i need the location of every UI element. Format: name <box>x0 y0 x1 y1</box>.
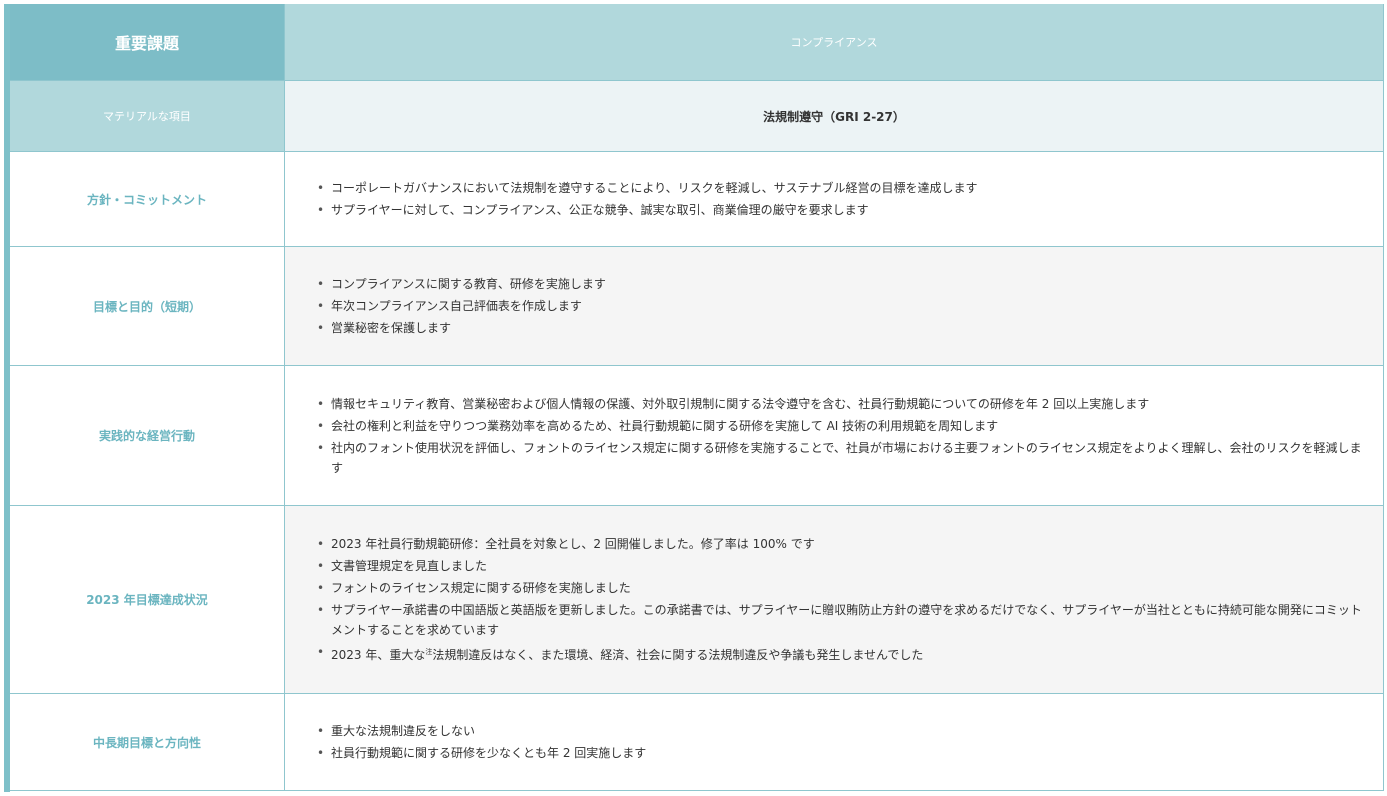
long-term-content: 重大な法規制違反をしない 社員行動規範に関する研修を少なくとも年 2 回実施しま… <box>285 694 1384 790</box>
header-row: 重要課題 コンプライアンス <box>10 4 1384 81</box>
practice-content: 情報セキュリティ教育、営業秘密および個人情報の保護、対外取引規制に関する法令遵守… <box>285 366 1384 505</box>
long-term-label: 中長期目標と方向性 <box>10 694 285 790</box>
status-list: 2023 年社員行動規範研修：全社員を対象とし、2 回開催しました。修了率は 1… <box>317 532 1363 667</box>
policy-content: コーポレートガバナンスにおいて法規制を遵守することにより、リスクを軽減し、サステ… <box>285 152 1384 246</box>
practice-list: 情報セキュリティ教育、営業秘密および個人情報の保護、対外取引規制に関する法令遵守… <box>317 392 1363 480</box>
list-item: 2023 年社員行動規範研修：全社員を対象とし、2 回開催しました。修了率は 1… <box>317 534 1363 554</box>
list-item: 社員行動規範に関する研修を少なくとも年 2 回実施します <box>317 743 1363 763</box>
list-item: 会社の権利と利益を守りつつ業務効率を高めるため、社員行動規範に関する研修を実施し… <box>317 416 1363 436</box>
list-item: コーポレートガバナンスにおいて法規制を遵守することにより、リスクを軽減し、サステ… <box>317 178 1363 198</box>
long-term-list: 重大な法規制違反をしない 社員行動規範に関する研修を少なくとも年 2 回実施しま… <box>317 719 1363 765</box>
status-label: 2023 年目標達成状況 <box>10 506 285 693</box>
practice-label: 実践的な経営行動 <box>10 366 285 505</box>
list-item: 営業秘密を保護します <box>317 318 1363 338</box>
list-item: 重大な法規制違反をしない <box>317 721 1363 741</box>
note-text-after: 法規制違反はなく、また環境、経済、社会に関する法規制違反や争議も発生しませんでし… <box>432 648 924 662</box>
short-term-goal-list: コンプライアンスに関する教育、研修を実施します 年次コンプライアンス自己評価表を… <box>317 272 1363 340</box>
list-item: 社内のフォント使用状況を評価し、フォントのライセンス規定に関する研修を実施するこ… <box>317 438 1363 478</box>
policy-label: 方針・コミットメント <box>10 152 285 246</box>
list-item: 文書管理規定を見直しました <box>317 556 1363 576</box>
status-row: 2023 年目標達成状況 2023 年社員行動規範研修：全社員を対象とし、2 回… <box>10 506 1384 694</box>
short-term-goal-content: コンプライアンスに関する教育、研修を実施します 年次コンプライアンス自己評価表を… <box>285 247 1384 365</box>
note-text-before: 2023 年、重大な <box>331 648 426 662</box>
material-value: 法規制遵守（GRI 2-27） <box>285 81 1384 151</box>
practice-row: 実践的な経営行動 情報セキュリティ教育、営業秘密および個人情報の保護、対外取引規… <box>10 366 1384 506</box>
policy-row: 方針・コミットメント コーポレートガバナンスにおいて法規制を遵守することにより、… <box>10 152 1384 247</box>
list-item: フォントのライセンス規定に関する研修を実施しました <box>317 578 1363 598</box>
short-term-goal-label: 目標と目的（短期） <box>10 247 285 365</box>
list-item: 2023 年、重大な注法規制違反はなく、また環境、経済、社会に関する法規制違反や… <box>317 642 1363 665</box>
list-item: サプライヤー承諾書の中国語版と英語版を更新しました。この承諾書では、サプライヤー… <box>317 600 1363 640</box>
list-item: 情報セキュリティ教育、営業秘密および個人情報の保護、対外取引規制に関する法令遵守… <box>317 394 1363 414</box>
header-topic: コンプライアンス <box>285 4 1384 80</box>
status-content: 2023 年社員行動規範研修：全社員を対象とし、2 回開催しました。修了率は 1… <box>285 506 1384 693</box>
short-term-goal-row: 目標と目的（短期） コンプライアンスに関する教育、研修を実施します 年次コンプラ… <box>10 247 1384 366</box>
compliance-table: 重要課題 コンプライアンス マテリアルな項目 法規制遵守（GRI 2-27） 方… <box>4 4 1384 792</box>
list-item: コンプライアンスに関する教育、研修を実施します <box>317 274 1363 294</box>
material-row: マテリアルな項目 法規制遵守（GRI 2-27） <box>10 81 1384 152</box>
material-label: マテリアルな項目 <box>10 81 285 151</box>
policy-list: コーポレートガバナンスにおいて法規制を遵守することにより、リスクを軽減し、サステ… <box>317 176 1363 222</box>
header-label: 重要課題 <box>10 4 285 80</box>
long-term-row: 中長期目標と方向性 重大な法規制違反をしない 社員行動規範に関する研修を少なくと… <box>10 694 1384 791</box>
list-item: サプライヤーに対して、コンプライアンス、公正な競争、誠実な取引、商業倫理の厳守を… <box>317 200 1363 220</box>
list-item: 年次コンプライアンス自己評価表を作成します <box>317 296 1363 316</box>
